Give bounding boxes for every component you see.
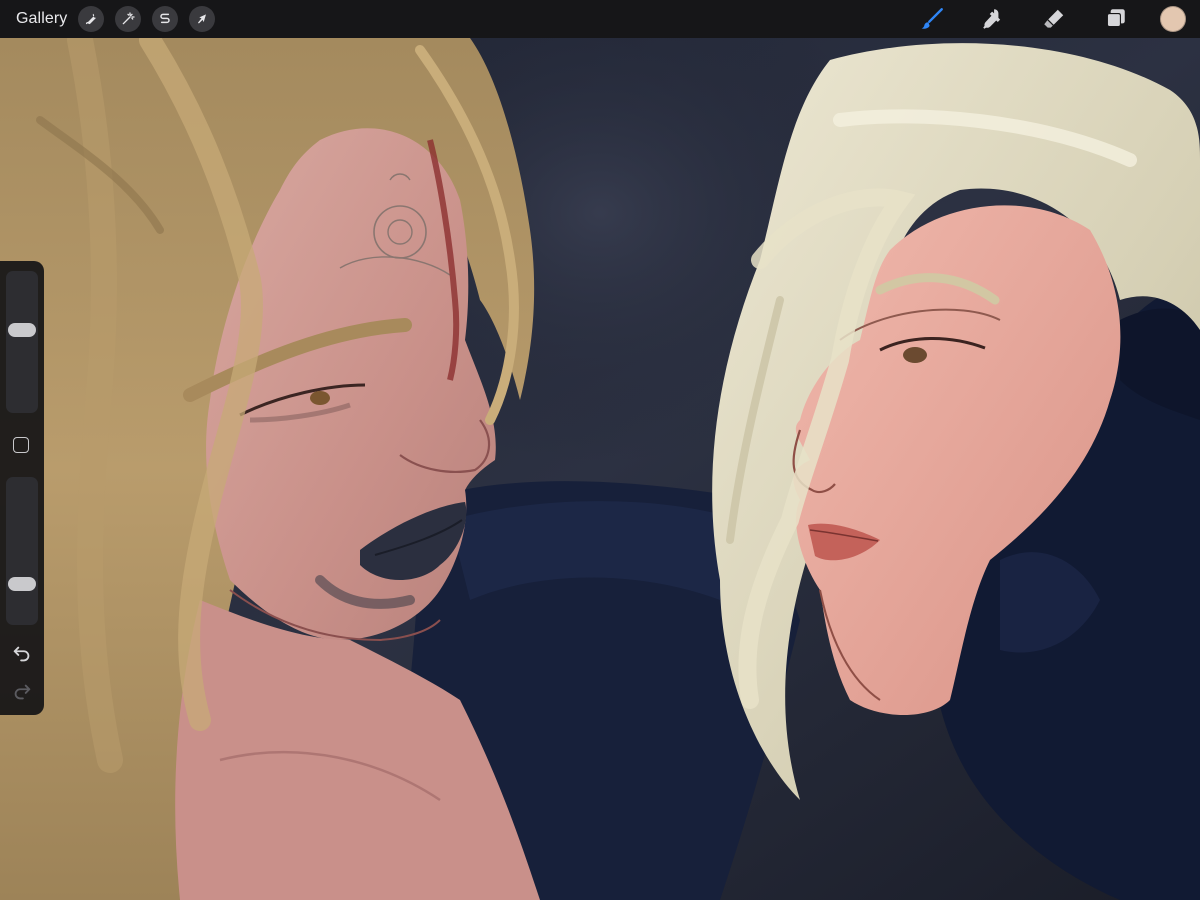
- top-toolbar: Gallery: [0, 0, 1200, 38]
- brush-size-slider[interactable]: [6, 271, 38, 413]
- procreate-app: Gallery: [0, 0, 1200, 900]
- brush-opacity-slider[interactable]: [6, 477, 38, 625]
- selection-s-icon[interactable]: [152, 6, 179, 32]
- smudge-icon[interactable]: [977, 3, 1009, 35]
- brush-icon[interactable]: [916, 3, 948, 35]
- brush-size-thumb[interactable]: [8, 322, 36, 337]
- color-picker-swatch[interactable]: [1160, 6, 1186, 32]
- square-icon[interactable]: [13, 437, 29, 453]
- redo-icon[interactable]: [11, 681, 33, 703]
- transform-arrow-icon[interactable]: [189, 6, 216, 32]
- brush-opacity-thumb[interactable]: [8, 576, 36, 591]
- actions-wrench-icon[interactable]: [78, 6, 105, 32]
- brush-sidebar: [0, 261, 44, 715]
- adjustments-magic-wand-icon[interactable]: [115, 6, 142, 32]
- gallery-button[interactable]: Gallery: [16, 10, 67, 28]
- undo-icon[interactable]: [11, 643, 33, 665]
- eraser-icon[interactable]: [1038, 3, 1070, 35]
- layers-icon[interactable]: [1099, 3, 1131, 35]
- tool-group: [916, 0, 1200, 38]
- artwork-illustration: [0, 38, 1200, 900]
- drawing-canvas[interactable]: [0, 38, 1200, 900]
